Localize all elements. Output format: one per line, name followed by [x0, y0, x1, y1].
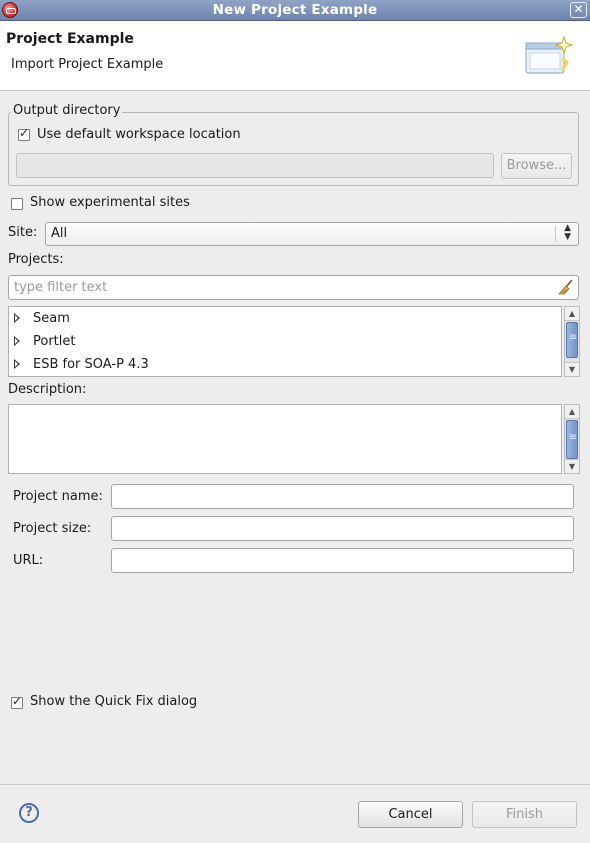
- project-size-field[interactable]: [111, 516, 574, 541]
- show-experimental-label[interactable]: Show experimental sites: [30, 195, 190, 210]
- broom-icon[interactable]: [558, 279, 574, 295]
- tree-item-label: ESB for SOA-P 4.3: [33, 357, 149, 372]
- projects-tree[interactable]: Seam Portlet ESB for SOA-P 4.3: [8, 306, 562, 377]
- wizard-header: Project Example Import Project Example: [0, 21, 590, 91]
- tree-item[interactable]: Portlet: [9, 331, 559, 353]
- use-default-location-checkbox[interactable]: [18, 126, 30, 141]
- location-field[interactable]: [16, 153, 494, 178]
- page-title: Project Example: [6, 31, 134, 47]
- title-bar[interactable]: New Project Example ✕: [0, 0, 590, 21]
- quick-fix-label[interactable]: Show the Quick Fix dialog: [30, 694, 197, 709]
- project-name-label: Project name:: [13, 489, 103, 504]
- site-select[interactable]: All ▲ ▼: [45, 222, 579, 246]
- url-field[interactable]: [111, 548, 574, 573]
- tree-item-label: Seam: [33, 311, 70, 326]
- quick-fix-checkbox[interactable]: [11, 694, 23, 709]
- expand-triangle-icon[interactable]: [14, 336, 20, 346]
- tree-item-label: Portlet: [33, 334, 76, 349]
- select-arrows-icon: ▲ ▼: [564, 223, 571, 242]
- expand-triangle-icon[interactable]: [14, 359, 20, 369]
- cancel-button[interactable]: Cancel: [358, 801, 463, 828]
- close-icon[interactable]: ✕: [570, 2, 587, 18]
- output-directory-legend: Output directory: [11, 103, 123, 118]
- projects-label: Projects:: [8, 252, 64, 267]
- window-title: New Project Example: [212, 2, 378, 18]
- scroll-down-icon[interactable]: ▼: [565, 459, 579, 473]
- scroll-up-icon[interactable]: ▲: [565, 405, 579, 419]
- scroll-thumb[interactable]: [566, 420, 578, 459]
- description-area[interactable]: [8, 404, 562, 474]
- show-experimental-checkbox[interactable]: [11, 198, 23, 210]
- select-separator: [555, 226, 556, 242]
- finish-button[interactable]: Finish: [472, 801, 577, 828]
- site-selected-value: All: [51, 226, 68, 241]
- page-subtitle: Import Project Example: [11, 57, 164, 72]
- filter-placeholder: type filter text: [14, 280, 108, 295]
- project-size-label: Project size:: [13, 521, 92, 536]
- site-label: Site:: [8, 225, 38, 240]
- projects-scrollbar[interactable]: ▲ ▼: [564, 306, 580, 377]
- expand-triangle-icon[interactable]: [14, 313, 20, 323]
- use-default-location-label[interactable]: Use default workspace location: [37, 127, 241, 142]
- wizard-banner-icon: [525, 35, 574, 74]
- tree-item[interactable]: ESB for SOA-P 4.3: [9, 354, 559, 376]
- url-label: URL:: [13, 553, 44, 568]
- scroll-down-icon[interactable]: ▼: [565, 362, 579, 376]
- scroll-up-icon[interactable]: ▲: [565, 307, 579, 321]
- description-label: Description:: [8, 382, 87, 397]
- tree-item[interactable]: Seam: [9, 308, 559, 330]
- project-name-field[interactable]: [111, 484, 574, 509]
- help-icon[interactable]: ?: [19, 803, 39, 823]
- scroll-thumb[interactable]: [566, 322, 578, 358]
- browse-button[interactable]: Browse...: [501, 153, 572, 179]
- description-scrollbar[interactable]: ▲ ▼: [564, 404, 580, 474]
- filter-input[interactable]: type filter text: [8, 275, 579, 300]
